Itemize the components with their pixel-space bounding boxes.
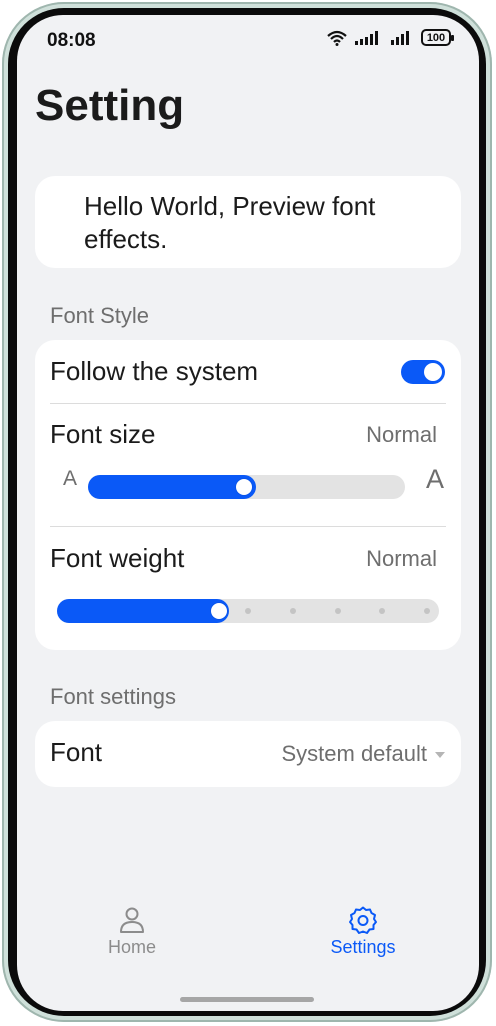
gear-icon [349,906,377,934]
preview-text: Hello World, Preview font effects. [84,191,376,254]
tab-home-label: Home [107,937,156,957]
font-value: System default [281,741,427,766]
screen: 08:08 100 Setting Hello World, Preview f… [17,15,479,1011]
font-weight-slider[interactable] [57,599,439,623]
wifi-icon [327,30,347,46]
font-size-small-glyph: A [63,467,78,490]
font-weight-value: Normal [366,546,437,571]
divider [50,403,446,404]
toggle-knob [424,363,442,381]
tab-home[interactable]: Home [72,905,192,958]
preview-card: Hello World, Preview font effects. [35,176,461,268]
status-time: 08:08 [47,30,96,51]
follow-system-label: Follow the system [50,356,259,386]
font-size-slider-fill [88,475,256,499]
person-icon [120,907,144,933]
home-indicator[interactable] [180,997,314,1002]
font-size-value: Normal [366,422,437,447]
font-style-card: Follow the system Font size Normal A A F… [35,340,461,650]
font-size-label: Font size [50,419,156,449]
status-icons: 100 [327,29,454,46]
status-bar: 08:08 100 [17,15,479,65]
follow-system-toggle[interactable] [401,360,445,384]
slider-tick [245,608,251,614]
section-label-font-settings: Font settings [50,684,176,709]
font-weight-slider-fill [57,599,229,623]
font-label: Font [50,737,103,767]
section-label-font-style: Font Style [50,303,150,328]
slider-tick [334,608,341,614]
caret-down-icon [435,752,445,758]
slider-tick [424,608,430,614]
font-size-large-glyph: A [425,464,444,494]
divider [50,526,446,527]
signal-icon [355,30,378,45]
tab-settings-label: Settings [330,937,396,957]
battery-icon: 100 [421,29,454,46]
tab-settings[interactable]: Settings [303,905,423,958]
font-size-slider[interactable] [88,475,405,499]
slider-tick [379,608,386,614]
font-size-slider-thumb[interactable] [236,479,252,495]
font-select-row[interactable]: Font System default [35,721,461,787]
page-title: Setting [35,81,185,130]
font-weight-slider-thumb[interactable] [211,603,227,619]
slider-tick [289,608,296,614]
font-weight-label: Font weight [50,543,185,573]
tab-bar: Home Settings [17,905,479,985]
signal-icon-2 [391,30,409,45]
